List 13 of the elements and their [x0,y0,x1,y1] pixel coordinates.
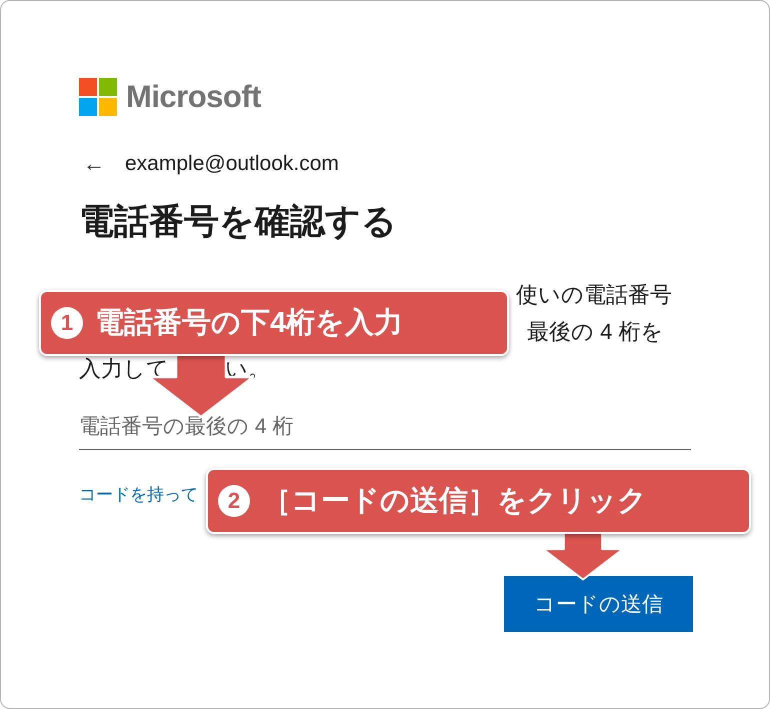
windows-squares-icon [79,78,117,116]
description-text: 使いの電話番号 [516,280,672,308]
step-number: 2 [218,485,250,517]
account-email: example@outlook.com [125,152,339,176]
send-code-button[interactable]: コードの送信 [504,576,693,632]
step-number: 1 [51,307,83,339]
back-button[interactable]: ← [79,151,107,177]
callout-text: ［コードの送信］をクリック [262,484,647,519]
logo-text: Microsoft [126,79,261,115]
description-text: 最後の 4 桁を [527,318,664,346]
have-code-link[interactable]: コードを持って [79,483,198,506]
page-title: 電話番号を確認する [79,201,398,243]
callout-text: 電話番号の下4桁を入力 [95,306,404,341]
